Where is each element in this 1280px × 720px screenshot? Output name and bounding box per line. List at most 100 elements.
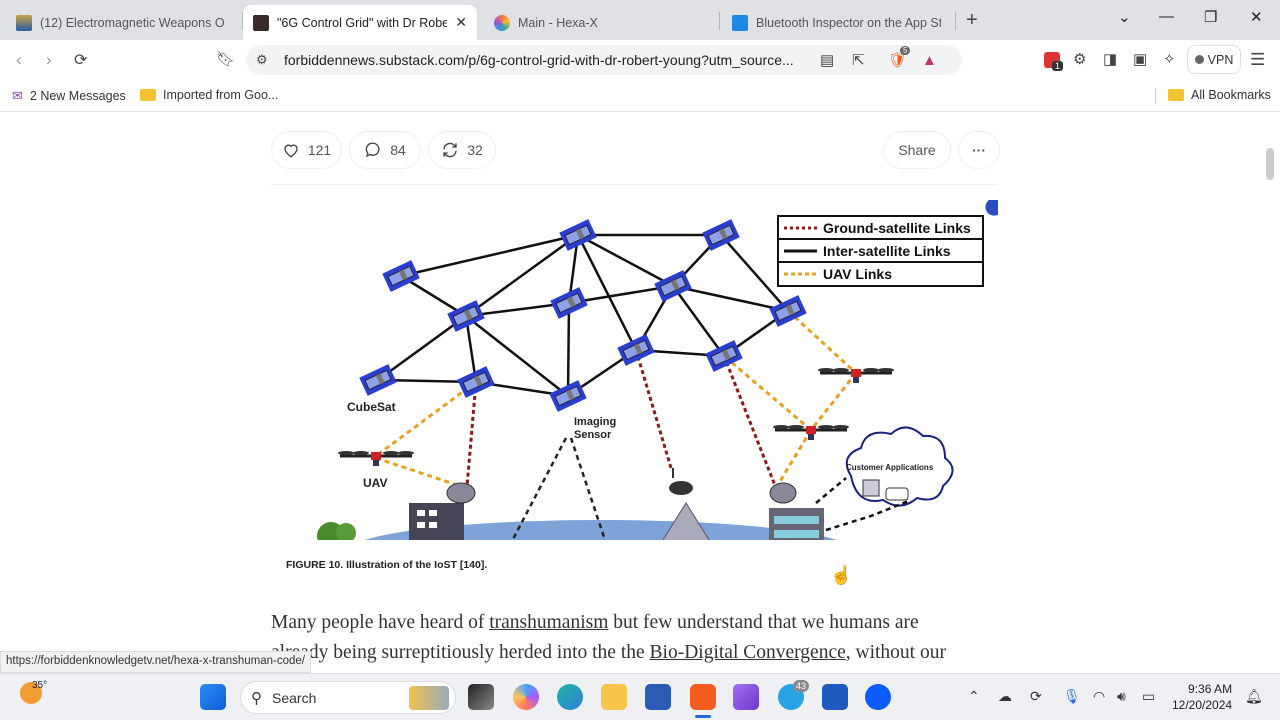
imaging-label: Imaging: [574, 416, 616, 428]
cubesat-icon: [769, 295, 807, 327]
forward-button[interactable]: ›: [46, 50, 52, 70]
text: , without our: [845, 642, 946, 663]
file-explorer-icon[interactable]: [601, 684, 627, 710]
iost-figure[interactable]: Customer Applications CubeSat Imaging Se…: [271, 198, 998, 540]
tab-electromagnetic[interactable]: (12) Electromagnetic Weapons Ope: [6, 5, 241, 40]
all-bookmarks-button[interactable]: All Bookmarks: [1168, 88, 1271, 102]
uav-drone-icon: [773, 425, 849, 440]
ground-station-right: [769, 482, 824, 540]
close-tab-icon[interactable]: ✕: [455, 14, 467, 31]
show-hidden-icons-chevron[interactable]: ⌃: [968, 688, 980, 705]
clock-date: 12/20/2024: [1172, 698, 1233, 712]
tab-title: Bluetooth Inspector on the App Sto: [756, 15, 941, 30]
page-content: 121 84 32 Share ··· Customer Application…: [0, 113, 1280, 673]
tab-bluetooth-inspector[interactable]: Bluetooth Inspector on the App Sto: [722, 5, 954, 40]
ground-satellite-link: [634, 349, 673, 469]
uav-link: [375, 456, 467, 490]
uav-link: [774, 429, 813, 489]
cubesat-icon: [382, 260, 420, 292]
copilot-icon[interactable]: [513, 684, 539, 710]
word-icon[interactable]: [822, 684, 848, 710]
article-paragraph: Many people have heard of transhumanism …: [271, 608, 1011, 668]
share-page-icon[interactable]: ⇱: [852, 51, 865, 69]
wifi-icon[interactable]: ◠: [1093, 688, 1105, 705]
figure-caption: FIGURE 10. Illustration of the IoST [140…: [286, 559, 488, 571]
new-tab-button[interactable]: +: [966, 9, 978, 32]
sidebar-toggle-icon[interactable]: ◨: [1103, 50, 1117, 68]
more-options-button[interactable]: ···: [958, 131, 1000, 169]
close-window-button[interactable]: ✕: [1250, 8, 1263, 26]
comment-button[interactable]: 84: [349, 131, 421, 169]
battery-icon[interactable]: ▭: [1142, 688, 1155, 705]
site-settings-icon[interactable]: ⚙: [256, 52, 268, 68]
edge-icon[interactable]: [557, 684, 583, 710]
tab-bar: (12) Electromagnetic Weapons Ope "6G Con…: [0, 0, 1280, 40]
minimize-button[interactable]: —: [1159, 8, 1174, 25]
notifications-bell-icon[interactable]: 🔔︎: [1245, 688, 1263, 705]
telegram-badge: 43: [793, 680, 810, 692]
cubesat-icon: [654, 270, 692, 302]
site-favicon-icon: [16, 14, 32, 31]
cubesat-icon: [559, 219, 597, 251]
divider: [271, 184, 998, 185]
restack-button[interactable]: 32: [428, 131, 496, 169]
uav-link: [786, 309, 858, 375]
back-button[interactable]: ‹: [16, 50, 22, 70]
legend-label-inter: Inter-satellite Links: [823, 243, 951, 259]
like-button[interactable]: 121: [271, 131, 342, 169]
bookmark-imported-folder[interactable]: Imported from Goo...: [140, 88, 278, 102]
task-view-icon[interactable]: [468, 684, 494, 710]
temperature: 35°: [32, 680, 48, 691]
uav-drone-icon: [818, 368, 894, 383]
customer-applications-label: Customer Applications: [846, 463, 934, 472]
corner-decoration: [985, 200, 998, 216]
cubesat-icon: [702, 219, 740, 251]
scrollbar-thumb[interactable]: [1266, 148, 1274, 180]
start-button[interactable]: [200, 684, 226, 710]
inter-satellite-link: [566, 302, 571, 397]
zoom-icon[interactable]: [865, 684, 891, 710]
restore-button[interactable]: ❐: [1204, 8, 1217, 26]
microphone-icon[interactable]: 🎙︎: [1063, 688, 1081, 705]
system-clock[interactable]: 9:36 AM 12/20/2024: [1172, 681, 1232, 713]
all-bookmarks-label: All Bookmarks: [1191, 88, 1271, 102]
bookmark-new-messages[interactable]: ✉ 2 New Messages: [12, 88, 126, 104]
address-bar[interactable]: ⚙ forbiddennews.substack.com/p/6g-contro…: [246, 45, 962, 75]
volume-icon[interactable]: 🔊︎: [1117, 688, 1126, 705]
bookmark-page-icon[interactable]: 🔖︎: [216, 50, 235, 68]
share-button[interactable]: Share: [883, 131, 951, 169]
clipchamp-icon[interactable]: [733, 684, 759, 710]
vpn-button[interactable]: VPN: [1187, 45, 1241, 74]
inter-satellite-link: [377, 314, 467, 382]
extensions-puzzle-icon[interactable]: ⚙: [1073, 50, 1086, 68]
sensor-label: Sensor: [574, 429, 612, 441]
tab-title: "6G Control Grid" with Dr Robe: [277, 15, 448, 30]
hand-cursor-icon: ☝: [830, 565, 853, 585]
taskbar-search[interactable]: ⚲ Search: [240, 681, 456, 714]
legend-label-ground: Ground-satellite Links: [823, 220, 971, 236]
tree-icon: [317, 522, 356, 540]
bio-digital-convergence-link[interactable]: Bio-Digital Convergence: [650, 642, 846, 663]
brave-rewards-icon[interactable]: ▲: [922, 52, 937, 69]
cubesat-icon: [617, 334, 655, 366]
reader-mode-icon[interactable]: ▤: [820, 51, 834, 69]
brave-taskbar-icon[interactable]: [690, 684, 716, 710]
bookmark-label: 2 New Messages: [29, 89, 126, 103]
sync-icon[interactable]: ⟳: [1030, 688, 1042, 705]
shields-count-badge: 5: [900, 46, 911, 55]
onedrive-icon[interactable]: ☁: [998, 688, 1012, 705]
tab-search-chevron-icon[interactable]: ⌄: [1118, 8, 1131, 26]
menu-hamburger-icon[interactable]: ☰: [1250, 50, 1265, 70]
tab-hexa-x[interactable]: Main - Hexa-X: [484, 5, 714, 40]
reload-button[interactable]: ⟳: [74, 50, 87, 70]
url-text[interactable]: forbiddennews.substack.com/p/6g-control-…: [284, 52, 794, 68]
weather-widget[interactable]: 35°: [20, 680, 47, 704]
tab-6g-control-grid[interactable]: "6G Control Grid" with Dr Robe ✕: [243, 5, 477, 40]
transhumanism-link[interactable]: transhumanism: [489, 612, 608, 633]
cubesat-icon: [457, 366, 495, 398]
wallet-icon[interactable]: ▣: [1133, 50, 1147, 68]
windows-taskbar: 35° ⚲ Search 43 ⌃ ☁ ⟳ 🎙︎ ◠ 🔊︎ ▭ 9:36 AM …: [0, 673, 1280, 720]
status-bar-url: https://forbiddenknowledgetv.net/hexa-x-…: [0, 651, 311, 673]
ms-store-icon[interactable]: [645, 684, 671, 710]
leo-ai-icon[interactable]: ✧: [1163, 50, 1176, 68]
